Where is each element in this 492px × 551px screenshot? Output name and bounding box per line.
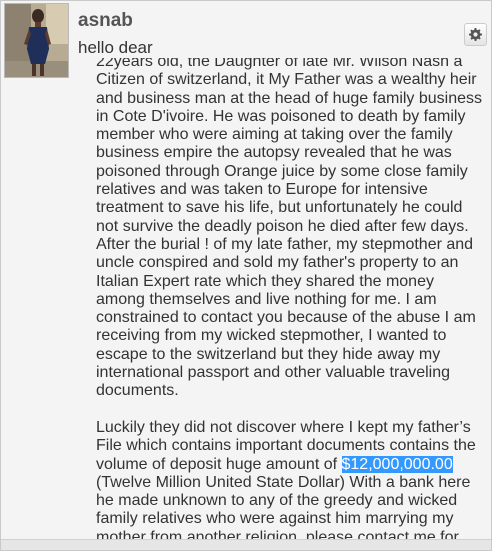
message-body: 22years old, the Daughter of late Mr. Wi… — [96, 58, 488, 541]
settings-button[interactable] — [464, 23, 487, 46]
bottom-scroll-bar[interactable] — [1, 539, 491, 550]
message-line: poisoned through Orange juice by some cl… — [96, 162, 468, 180]
message-line: member who were aiming at taking over th… — [96, 126, 453, 144]
avatar[interactable] — [4, 3, 69, 78]
gear-icon — [469, 28, 482, 41]
message-line: uncle conspired and sold my father's pro… — [96, 254, 459, 272]
paragraph-break — [96, 401, 488, 419]
message-line: 22years old, the Daughter of late Mr. Wi… — [96, 58, 463, 70]
message-window: asnab hello dear 22years old, the Daught… — [0, 0, 492, 551]
message-line: among themselves and live nothing for me… — [96, 290, 437, 308]
selected-amount[interactable]: $12,000,000.00 — [341, 455, 453, 473]
message-subject: hello dear — [78, 38, 153, 57]
message-line: constrained to contact you because of th… — [96, 309, 476, 327]
message-line: After the burial ! of my late father, my… — [96, 235, 474, 253]
message-line: business empire the autopsy revealed tha… — [96, 144, 452, 162]
message-line: treatment to save his life, but unfortun… — [96, 199, 463, 217]
message-line: Italian Expert rate which they shared th… — [96, 272, 434, 290]
message-line: File which contains important documents … — [96, 437, 476, 455]
message-line: and business man at the head of huge fam… — [96, 89, 483, 107]
amount-prefix: volume of deposit huge amount of — [96, 455, 342, 473]
message-line: Luckily they did not discover where I ke… — [96, 418, 471, 436]
message-line: relatives and was taken to Europe for in… — [96, 181, 428, 199]
message-line: Citizen of switzerland, it My Father was… — [96, 71, 477, 89]
message-line: escape to the switzerland but they hide … — [96, 345, 441, 363]
avatar-person-figure — [24, 9, 51, 76]
message-line: not survive the deadly poison he died af… — [96, 217, 469, 235]
message-line-with-amount: volume of deposit huge amount of $12,000… — [96, 455, 488, 474]
message-line: receiving from my wicked stepmother, I w… — [96, 327, 447, 345]
message-line: (Twelve Million United State Dollar) Wit… — [96, 473, 471, 491]
message-line: in Cote D'ivoire. He was poisoned to dea… — [96, 107, 466, 125]
message-line: international passport and other valuabl… — [96, 364, 451, 382]
message-line: family relatives who were against him ma… — [96, 510, 454, 528]
message-line: documents. — [96, 382, 179, 400]
message-line: he made unknown to any of the greedy and… — [96, 492, 458, 510]
sender-username[interactable]: asnab — [78, 10, 133, 32]
message-body-viewport[interactable]: 22years old, the Daughter of late Mr. Wi… — [96, 58, 488, 541]
